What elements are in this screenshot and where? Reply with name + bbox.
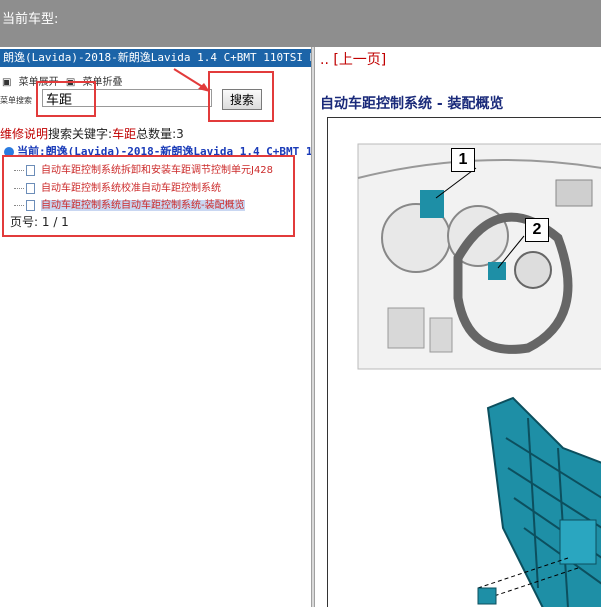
assembly-figure: 1 2 [327,117,601,607]
left-panel: 朗逸(Lavida)-2018-新朗逸Lavida 1.4 C+BMT 110T… [0,47,372,607]
keyword-label: 搜索关键字: [48,127,113,141]
current-model-label: 当前车型: [2,12,59,27]
search-result-summary: 维修说明搜索关键字:车距总数量:3 [0,125,184,142]
section-title: 自动车距控制系统 - 装配概览 [320,96,504,112]
annotation-arrow [173,68,210,92]
expand-icon: ▣ [2,77,12,88]
assembly-illustration [357,143,601,607]
callout-1: 1 [451,148,475,172]
switch-part [488,262,506,280]
search-label: 菜单搜索 [0,96,32,105]
prev-page-link[interactable]: .. [上一页] [320,49,386,69]
top-bar: 当前车型: [0,0,601,47]
callout-2: 2 [525,218,549,242]
count-label: 总数量: [136,127,177,141]
radar-grille [477,396,601,607]
highlight-search-input [36,81,96,117]
highlight-results [2,155,295,237]
result-prefix: 维修说明 [0,127,49,141]
right-panel: .. [上一页] 自动车距控制系统 - 装配概览 1 2 [315,47,601,607]
count-value: 3 [176,127,184,141]
keyword-value: 车距 [112,127,137,141]
